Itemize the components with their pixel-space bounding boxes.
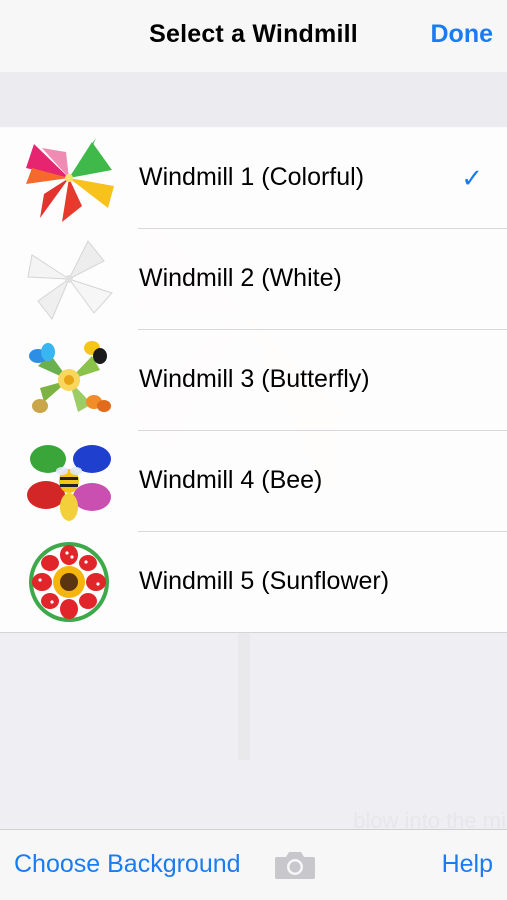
help-button[interactable]: Help bbox=[442, 850, 493, 879]
checkmark-icon: ✓ bbox=[461, 163, 483, 193]
windmill-picker-screen: Select a Windmill Done Windmill 1 (Color… bbox=[0, 0, 507, 900]
windmill-row-4[interactable]: Windmill 4 (Bee) bbox=[0, 430, 507, 531]
windmill-row-5[interactable]: Windmill 5 (Sunflower) bbox=[0, 531, 507, 632]
white-windmill-icon bbox=[27, 240, 113, 320]
windmill-row-3[interactable]: Windmill 3 (Butterfly) bbox=[0, 329, 507, 430]
butterfly-windmill-icon bbox=[29, 341, 111, 413]
camera-icon[interactable] bbox=[274, 849, 316, 881]
done-button[interactable]: Done bbox=[431, 20, 494, 49]
sunflower-windmill-icon bbox=[29, 542, 109, 622]
bee-windmill-icon bbox=[27, 445, 111, 521]
windmill-row-1[interactable]: Windmill 1 (Colorful) ✓ bbox=[0, 127, 507, 228]
windmill-label: Windmill 5 (Sunflower) bbox=[139, 567, 390, 595]
windmill-list: Windmill 1 (Colorful) ✓ Windmill 2 (Whit… bbox=[0, 127, 507, 633]
section-header-spacer bbox=[0, 72, 507, 128]
windmill-label: Windmill 4 (Bee) bbox=[139, 466, 323, 494]
navigation-bar: Select a Windmill Done bbox=[0, 0, 507, 72]
choose-background-button[interactable]: Choose Background bbox=[14, 850, 241, 879]
colorful-windmill-icon bbox=[26, 138, 114, 222]
bottom-toolbar: Choose Background Help bbox=[0, 829, 507, 900]
windmill-label: Windmill 1 (Colorful) bbox=[139, 163, 365, 191]
windmill-label: Windmill 2 (White) bbox=[139, 264, 342, 292]
windmill-row-2[interactable]: Windmill 2 (White) bbox=[0, 228, 507, 329]
windmill-label: Windmill 3 (Butterfly) bbox=[139, 365, 370, 393]
